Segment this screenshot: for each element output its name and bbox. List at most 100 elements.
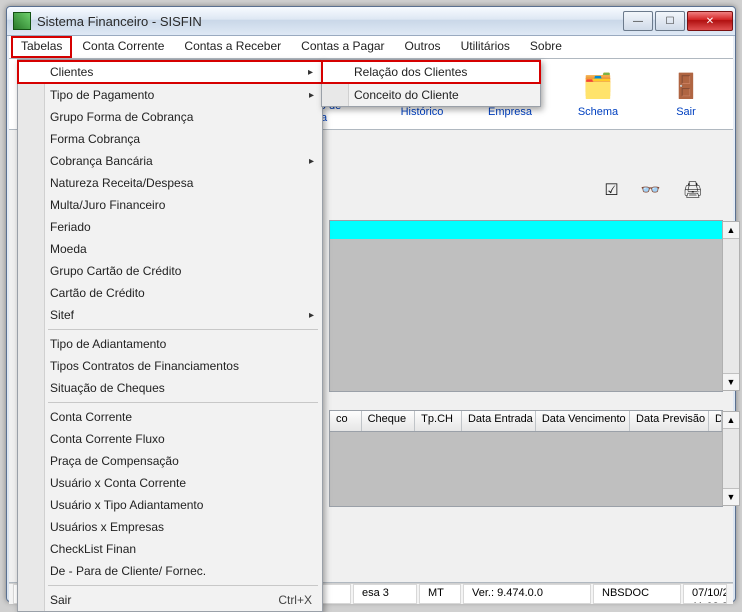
column-header[interactable]: Cheque: [362, 411, 416, 431]
glasses-icon[interactable]: 👓: [641, 180, 661, 200]
menu-utilitarios[interactable]: Utilitários: [451, 36, 520, 58]
tool-sair[interactable]: 🚪 Sair: [651, 70, 721, 118]
menu-item-label: Multa/Juro Financeiro: [50, 198, 165, 212]
submenu-item-label: Relação dos Clientes: [354, 65, 467, 79]
menu-item-label: Tipos Contratos de Financiamentos: [50, 359, 239, 373]
menu-item[interactable]: Cartão de Crédito: [18, 282, 322, 304]
menu-item-accelerator: Ctrl+X: [278, 593, 312, 607]
menu-item[interactable]: De - Para de Cliente/ Fornec.: [18, 560, 322, 582]
menu-item[interactable]: Usuários x Empresas: [18, 516, 322, 538]
menu-item-label: Praça de Compensação: [50, 454, 179, 468]
menu-item[interactable]: Cobrança Bancária: [18, 150, 322, 172]
menu-separator: [48, 585, 318, 586]
menu-item-label: Moeda: [50, 242, 87, 256]
check-icon[interactable]: ☑: [604, 180, 618, 200]
submenu-item[interactable]: Conceito do Cliente: [322, 84, 540, 106]
menu-item-label: Cobrança Bancária: [50, 154, 153, 168]
table-header: co Cheque Tp.CH Data Entrada Data Vencim…: [330, 411, 722, 432]
column-header[interactable]: Tp.CH: [415, 411, 462, 431]
menu-item-label: Tipo de Adiantamento: [50, 337, 166, 351]
scroll-up-icon[interactable]: ▲: [723, 412, 739, 429]
menu-item[interactable]: Situação de Cheques: [18, 377, 322, 399]
menu-item-label: Sitef: [50, 308, 74, 322]
menu-outros[interactable]: Outros: [395, 36, 451, 58]
scroll-down-icon[interactable]: ▼: [723, 488, 739, 505]
menu-item[interactable]: Clientes: [17, 60, 323, 84]
menubar: Tabelas Conta Corrente Contas a Receber …: [9, 36, 733, 59]
close-button[interactable]: ✕: [687, 11, 733, 31]
menu-item[interactable]: Grupo Cartão de Crédito: [18, 260, 322, 282]
grid-header-bar: [330, 221, 722, 239]
menu-item[interactable]: Usuário x Tipo Adiantamento: [18, 494, 322, 516]
scrollbar-vertical[interactable]: ▲ ▼: [722, 221, 740, 391]
menu-item-label: Tipo de Pagamento: [50, 88, 154, 102]
menu-item[interactable]: SairCtrl+X: [18, 589, 322, 611]
tool-label: Sair: [676, 106, 696, 118]
minimize-button[interactable]: —: [623, 11, 653, 31]
menu-item[interactable]: Praça de Compensação: [18, 450, 322, 472]
menu-item[interactable]: Moeda: [18, 238, 322, 260]
scrollbar-vertical[interactable]: ▲ ▼: [722, 411, 740, 506]
submenu-clientes: Relação dos Clientes Conceito do Cliente: [321, 59, 541, 107]
scroll-down-icon[interactable]: ▼: [723, 373, 739, 390]
printer-icon[interactable]: 🖨: [683, 180, 703, 200]
menu-item-label: Feriado: [50, 220, 91, 234]
menu-item[interactable]: Tipo de Adiantamento: [18, 333, 322, 355]
menu-item[interactable]: Feriado: [18, 216, 322, 238]
menu-item[interactable]: Conta Corrente: [18, 406, 322, 428]
table-panel: co Cheque Tp.CH Data Entrada Data Vencim…: [329, 410, 723, 507]
app-window: Sistema Financeiro - SISFIN — ☐ ✕ Tabela…: [6, 6, 736, 602]
tool-label: Schema: [578, 106, 618, 118]
submenu-item[interactable]: Relação dos Clientes: [321, 60, 541, 84]
menu-sobre[interactable]: Sobre: [520, 36, 572, 58]
app-icon: [13, 12, 31, 30]
column-header[interactable]: Data Entrada: [462, 411, 536, 431]
status-uf: MT: [419, 584, 461, 604]
menu-item-label: Usuários x Empresas: [50, 520, 164, 534]
status-db: NBSDOC: [593, 584, 681, 604]
menu-item[interactable]: Tipos Contratos de Financiamentos: [18, 355, 322, 377]
menu-item-label: CheckList Finan: [50, 542, 136, 556]
menu-item[interactable]: Usuário x Conta Corrente: [18, 472, 322, 494]
menu-item-label: Conta Corrente Fluxo: [50, 432, 165, 446]
small-toolbar: ☑ 👓 🖨: [604, 180, 703, 200]
menu-item-label: Grupo Forma de Cobrança: [50, 110, 193, 124]
status-datetime: 07/10/2021 11:03:26: [683, 584, 727, 604]
column-header[interactable]: co: [330, 411, 362, 431]
menu-item[interactable]: CheckList Finan: [18, 538, 322, 560]
menu-item[interactable]: Sitef: [18, 304, 322, 326]
menu-item-label: Situação de Cheques: [50, 381, 165, 395]
scroll-up-icon[interactable]: ▲: [723, 222, 739, 239]
menu-item-label: Natureza Receita/Despesa: [50, 176, 193, 190]
window-title: Sistema Financeiro - SISFIN: [37, 14, 623, 29]
menu-contas-a-receber[interactable]: Contas a Receber: [174, 36, 291, 58]
menu-contas-a-pagar[interactable]: Contas a Pagar: [291, 36, 394, 58]
menu-item-label: Usuário x Conta Corrente: [50, 476, 186, 490]
menu-item[interactable]: Multa/Juro Financeiro: [18, 194, 322, 216]
menu-separator: [48, 402, 318, 403]
submenu-item-label: Conceito do Cliente: [354, 88, 459, 102]
column-header[interactable]: Data Ocorrê: [709, 411, 722, 431]
menu-item[interactable]: Tipo de Pagamento: [18, 84, 322, 106]
menu-item-label: Grupo Cartão de Crédito: [50, 264, 181, 278]
menu-item-label: Cartão de Crédito: [50, 286, 145, 300]
titlebar: Sistema Financeiro - SISFIN — ☐ ✕: [7, 7, 735, 36]
maximize-button[interactable]: ☐: [655, 11, 685, 31]
tool-label: Histórico: [401, 106, 444, 118]
menu-item[interactable]: Conta Corrente Fluxo: [18, 428, 322, 450]
menu-item[interactable]: Grupo Forma de Cobrança: [18, 106, 322, 128]
menu-item[interactable]: Natureza Receita/Despesa: [18, 172, 322, 194]
menu-item-label: Forma Cobrança: [50, 132, 140, 146]
column-header[interactable]: Data Previsão: [630, 411, 709, 431]
menu-conta-corrente[interactable]: Conta Corrente: [72, 36, 174, 58]
menu-item[interactable]: Forma Cobrança: [18, 128, 322, 150]
tool-schema[interactable]: 🗂️ Schema: [563, 70, 633, 118]
menu-item-label: Clientes: [50, 65, 93, 79]
menu-item-label: Conta Corrente: [50, 410, 132, 424]
schema-icon: 🗂️: [582, 70, 614, 102]
column-header[interactable]: Data Vencimento: [536, 411, 630, 431]
menu-tabelas[interactable]: Tabelas: [11, 36, 72, 58]
status-empresa: esa 3: [353, 584, 417, 604]
grid-panel: ▲ ▼: [329, 220, 723, 392]
tool-label: Empresa: [488, 106, 532, 118]
